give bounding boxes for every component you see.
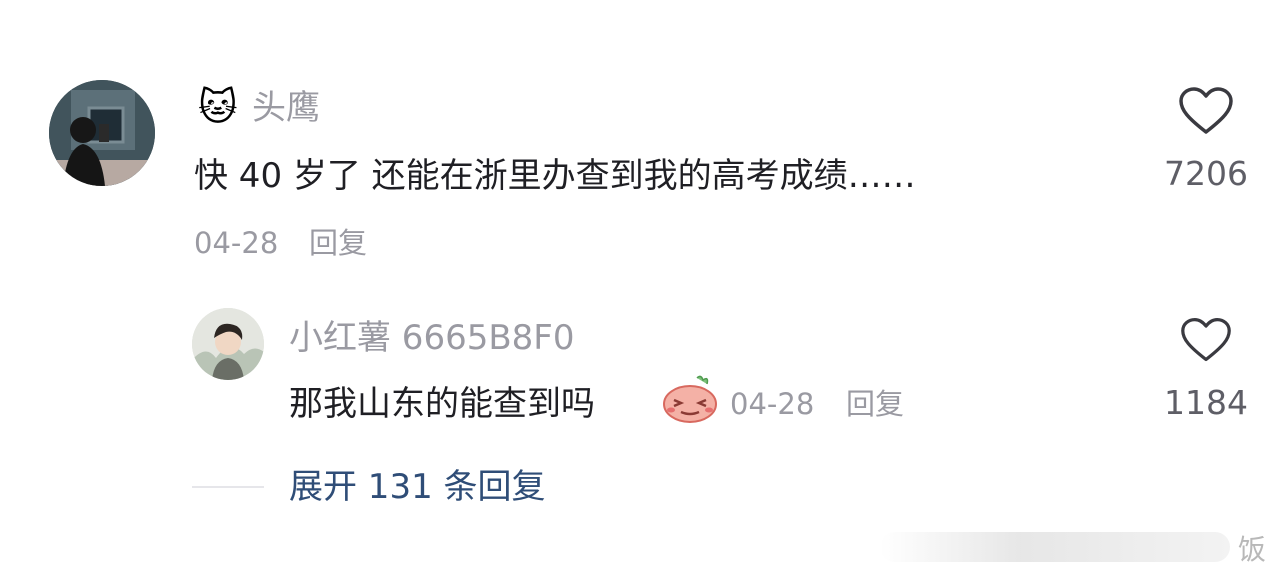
comment-avatar[interactable] bbox=[49, 80, 155, 186]
reply-like-count: 1184 bbox=[1164, 383, 1248, 422]
heart-icon bbox=[1181, 317, 1231, 362]
heart-icon bbox=[1179, 87, 1233, 134]
comment-username[interactable]: 头鹰 bbox=[252, 88, 320, 128]
expand-divider bbox=[192, 486, 264, 488]
comment-like-button[interactable] bbox=[1178, 86, 1234, 136]
watermark-bar bbox=[880, 532, 1230, 562]
comment-like-count: 7206 bbox=[1164, 154, 1248, 193]
sweat-potato-emoji bbox=[661, 374, 719, 424]
reply-avatar[interactable] bbox=[192, 308, 264, 380]
watermark-text: 饭 bbox=[1238, 533, 1267, 566]
reply-like-button[interactable] bbox=[1180, 316, 1232, 364]
username-emoji-icon: 🐱 bbox=[198, 85, 238, 129]
reply-date: 04-28 bbox=[730, 387, 815, 421]
reply-reply-button[interactable]: 回复 bbox=[846, 386, 904, 422]
comment-date: 04-28 bbox=[194, 226, 279, 260]
expand-replies-button[interactable]: 展开 131 条回复 bbox=[289, 467, 546, 507]
reply-username[interactable]: 小红薯 6665B8F0 bbox=[289, 318, 574, 358]
user-avatar-image bbox=[49, 80, 155, 186]
comment-text: 快 40 岁了 还能在浙里办查到我的高考成绩…… bbox=[194, 156, 916, 196]
comment-reply-button[interactable]: 回复 bbox=[309, 225, 367, 261]
user-avatar-image bbox=[192, 308, 264, 380]
reply-text: 那我山东的能查到吗 bbox=[289, 384, 595, 424]
